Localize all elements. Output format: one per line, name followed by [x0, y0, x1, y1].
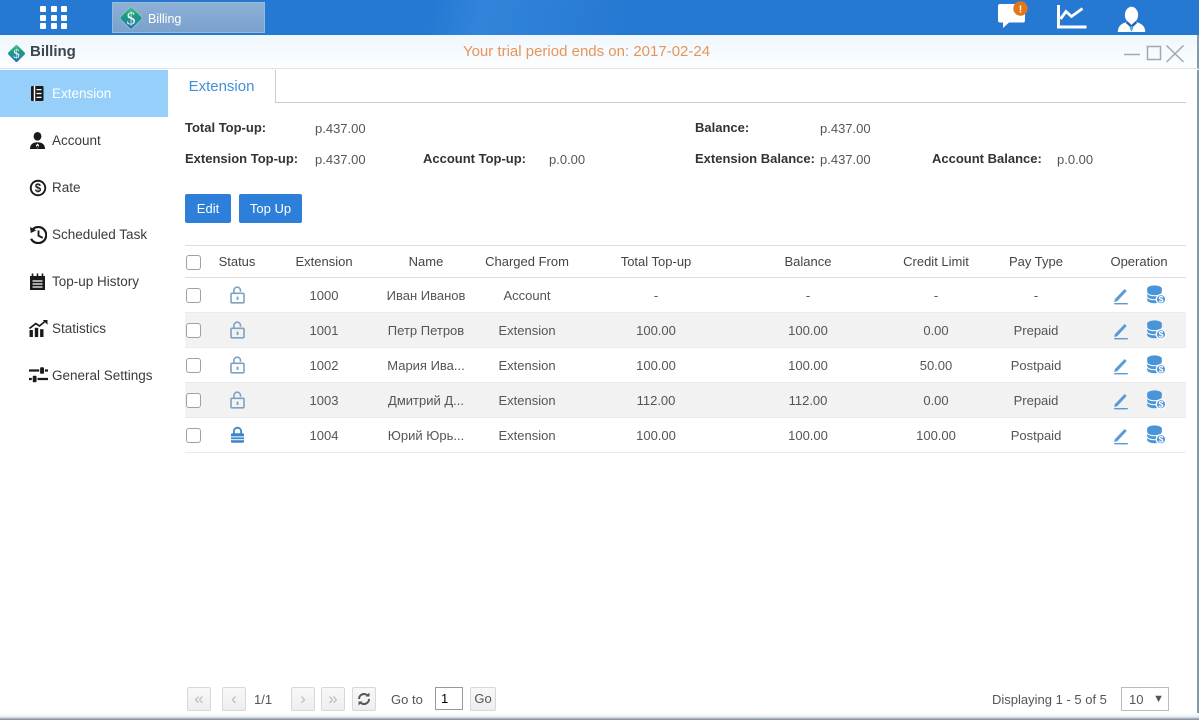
svg-text:$: $	[1158, 400, 1163, 410]
svg-text:$: $	[1158, 295, 1163, 305]
svg-text:!: !	[1019, 4, 1023, 16]
svg-text:$: $	[1158, 330, 1163, 340]
svg-text:$: $	[35, 183, 42, 195]
svg-text:$: $	[1158, 365, 1163, 375]
svg-text:$: $	[1158, 435, 1163, 445]
